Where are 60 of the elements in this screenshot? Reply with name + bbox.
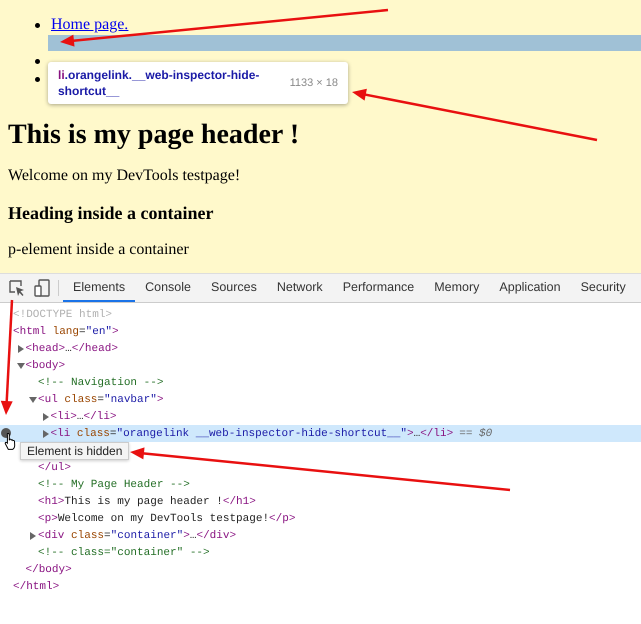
dom-node-text: <ul class="navbar">: [38, 394, 164, 406]
dom-tree-row[interactable]: <!-- Navigation -->: [0, 374, 641, 391]
inspect-cursor-icon[interactable]: [8, 279, 26, 297]
devtools-tab[interactable]: Security: [570, 274, 636, 302]
dom-node-text: </html>: [13, 580, 60, 592]
dom-node-text: <li>…</li>: [50, 410, 117, 422]
element-selector: li.orangelink.__web-inspector-hide-shortcut__: [58, 67, 260, 99]
dom-node-text: <!-- My Page Header -->: [38, 478, 190, 490]
dom-tree-row[interactable]: <ul class="navbar">: [0, 391, 641, 408]
devtools-tab[interactable]: Network: [266, 274, 333, 302]
disclosure-triangle-icon[interactable]: [16, 362, 24, 370]
device-icon[interactable]: [34, 279, 50, 297]
element-size: 1133 × 18: [290, 77, 338, 89]
dom-node-text: <li class="orangelink __web-inspector-hide-shortcut__">…</li>: [50, 428, 454, 440]
dom-node-text: <p>Welcome on my DevTools testpage!</p>: [38, 512, 296, 524]
dom-tree-row[interactable]: </html>: [0, 578, 641, 595]
devtools-tab[interactable]: Elements: [63, 274, 136, 302]
dom-node-text: <!-- class="container" -->: [38, 546, 210, 558]
disclosure-triangle-icon[interactable]: [42, 430, 50, 438]
dom-node-text: <html lang="en">: [13, 326, 119, 338]
disclosure-triangle-icon[interactable]: [29, 396, 37, 404]
dom-tree-row[interactable]: <li>…</li>: [0, 408, 641, 425]
devtools-tab[interactable]: Memory: [424, 274, 490, 302]
disclosure-triangle-icon[interactable]: [29, 532, 37, 540]
container-text: p-element inside a container: [8, 240, 190, 260]
dom-tree-row[interactable]: <html lang="en">: [0, 323, 641, 340]
devtools-tab[interactable]: Console: [135, 274, 201, 302]
hidden-tooltip: Element is hidden: [20, 442, 130, 460]
dom-node-text: <h1>This is my page header !</h1>: [38, 496, 256, 508]
disclosure-triangle-icon[interactable]: [16, 344, 24, 352]
welcome-text: Welcome on my DevTools testpage!: [8, 166, 242, 186]
dom-tree-row[interactable]: <!-- My Page Header -->: [0, 476, 641, 493]
dom-tree-row[interactable]: Element is hidden: [0, 442, 641, 459]
dom-tree-row[interactable]: <!-- class="container" -->: [0, 544, 641, 561]
devtools-tab[interactable]: Application: [489, 274, 571, 302]
selected-node-marker: == $0: [459, 428, 492, 440]
dom-tree-row[interactable]: <head>…</head>: [0, 340, 641, 357]
dom-tree-row[interactable]: <div class="container">…</div>: [0, 527, 641, 544]
dom-node-text: <!DOCTYPE html>: [13, 308, 112, 320]
devtools-tab[interactable]: Performance: [332, 274, 424, 302]
home-link[interactable]: Home page.: [51, 16, 128, 34]
dom-node-text: <head>…</head>: [26, 342, 118, 354]
dom-node-text: <body>: [26, 360, 66, 372]
bullet-icon: [35, 22, 40, 28]
dom-tree-row[interactable]: <p>Welcome on my DevTools testpage!</p>: [0, 510, 641, 527]
dom-tree-row[interactable]: </ul>: [0, 459, 641, 476]
dom-node-text: <div class="container">…</div>: [38, 530, 236, 542]
bullet-icon: [35, 76, 40, 82]
dom-node-text: </ul>: [38, 462, 72, 474]
page-header: This is my page header !: [8, 118, 300, 152]
dom-tree-row[interactable]: <h1>This is my page header !</h1>: [0, 493, 641, 510]
dom-tree-row[interactable]: <body>: [0, 357, 641, 374]
dom-node-text: </body>: [26, 564, 72, 576]
disclosure-triangle-icon[interactable]: [42, 412, 50, 420]
bullet-icon: [35, 58, 40, 64]
hand-cursor-icon: [4, 432, 18, 450]
dom-tree-row[interactable]: </body>: [0, 561, 641, 578]
devtools-tab[interactable]: Sources: [200, 274, 267, 302]
container-heading: Heading inside a container: [8, 202, 215, 224]
dom-node-text: <!-- Navigation -->: [38, 376, 164, 388]
